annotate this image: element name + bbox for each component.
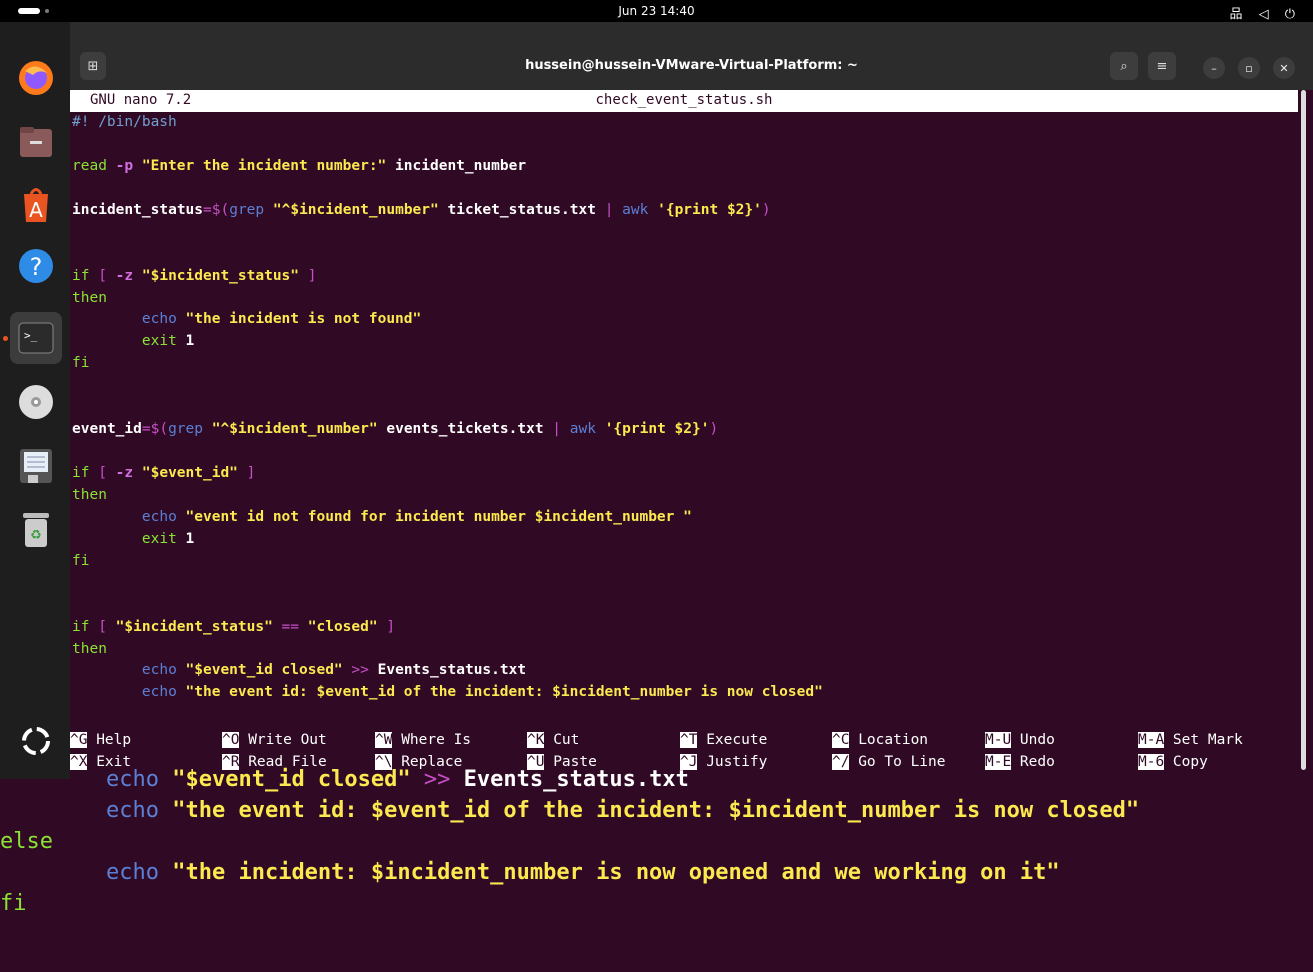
shortcut-label: Where Is xyxy=(392,732,472,748)
shortcut-key: ^W xyxy=(375,732,393,748)
code-line: read -p "Enter the incident number:" inc… xyxy=(72,157,527,174)
code-line: event_id=$(grep "^$incident_number" even… xyxy=(72,421,719,438)
disc-icon[interactable] xyxy=(14,380,58,424)
save-disk-icon[interactable] xyxy=(14,444,58,488)
shortcut-label: Location xyxy=(849,732,929,748)
shortcut-item: ^K Cut xyxy=(527,732,579,748)
code-line: if [ "$incident_status" == "closed" ] xyxy=(72,618,396,635)
shortcut-item: M-E Redo xyxy=(985,754,1055,770)
shortcut-item: ^G Help xyxy=(70,732,131,748)
shortcut-label: Write Out xyxy=(239,732,327,748)
zoom-code-line: echo "the incident: $incident_number is … xyxy=(106,860,1060,885)
files-icon[interactable] xyxy=(14,120,58,164)
code-line: then xyxy=(72,640,107,657)
zoom-code-line: else xyxy=(0,829,53,854)
svg-text:>_: >_ xyxy=(24,329,38,342)
shortcut-item: ^O Write Out xyxy=(222,732,327,748)
code-line: echo "$event_id closed" >> Events_status… xyxy=(141,662,527,679)
app-center-icon[interactable]: A xyxy=(14,182,58,226)
trash-icon[interactable]: ♻ xyxy=(14,508,58,552)
dock: A ? >_ ♻ xyxy=(0,22,70,779)
terminal-window: ⊞ hussein@hussein-VMware-Virtual-Platfor… xyxy=(70,22,1313,779)
shortcut-key: M-6 xyxy=(1138,754,1165,770)
firefox-icon[interactable] xyxy=(14,56,58,100)
shortcut-item: ^T Execute xyxy=(680,732,767,748)
svg-text:?: ? xyxy=(30,253,43,281)
running-indicator xyxy=(3,336,8,341)
zoom-code-line: fi xyxy=(0,891,27,916)
code-line: then xyxy=(72,289,107,306)
file-name: check_event_status.sh xyxy=(595,92,773,108)
editor-text-area[interactable]: #! /bin/bash read -p "Enter the incident… xyxy=(72,112,823,704)
shortcut-label: Cut xyxy=(544,732,580,748)
terminal-icon[interactable]: >_ xyxy=(10,312,62,364)
shortcut-item: M-U Undo xyxy=(985,732,1055,748)
shortcut-item: ^J Justify xyxy=(680,754,767,770)
shortcut-key: ^K xyxy=(527,732,545,748)
shortcut-label: Redo xyxy=(1011,754,1055,770)
shortcut-key: ^G xyxy=(70,732,88,748)
code-line: if [ -z "$incident_status" ] xyxy=(72,267,317,284)
shortcut-key: ^C xyxy=(832,732,850,748)
shortcut-key: M-U xyxy=(985,732,1012,748)
close-icon[interactable]: ✕ xyxy=(1273,57,1295,79)
zoomed-code-view: echo "$event_id closed" >> Events_status… xyxy=(0,767,1313,972)
scrollbar[interactable] xyxy=(1301,90,1306,770)
maximize-icon[interactable]: ▫ xyxy=(1238,57,1260,79)
shortcut-item: ^C Location xyxy=(832,732,928,748)
shortcut-item: M-6 Copy xyxy=(1138,754,1208,770)
shortcut-label: Execute xyxy=(697,732,768,748)
search-icon[interactable]: ⌕ xyxy=(1110,52,1138,80)
shortcut-label: Help xyxy=(87,732,132,748)
code-line: fi xyxy=(72,552,90,569)
zoom-code-line: echo "the event id: $event_id of the inc… xyxy=(106,798,1140,823)
shortcut-key: ^/ xyxy=(832,754,850,770)
shortcut-key: M-A xyxy=(1138,732,1165,748)
clock[interactable]: Jun 23 14:40 xyxy=(0,4,1313,18)
menu-icon[interactable]: ≡ xyxy=(1148,52,1176,80)
shortcut-item: M-A Set Mark xyxy=(1138,732,1243,748)
shortcut-label: Undo xyxy=(1011,732,1055,748)
code-line: echo "event id not found for incident nu… xyxy=(141,508,692,525)
code-line: #! /bin/bash xyxy=(72,114,177,130)
show-apps-icon[interactable] xyxy=(14,719,58,763)
shortcut-key: ^O xyxy=(222,732,240,748)
code-line: then xyxy=(72,486,107,503)
code-line: exit 1 xyxy=(141,333,195,350)
shortcut-label: Go To Line xyxy=(849,754,946,770)
shortcut-label: Justify xyxy=(697,754,768,770)
shortcut-label: Copy xyxy=(1164,754,1208,770)
shortcut-label: Set Mark xyxy=(1164,732,1243,748)
code-line: fi xyxy=(72,355,90,372)
code-line: if [ -z "$event_id" ] xyxy=(72,465,256,481)
shortcut-key: ^T xyxy=(680,732,698,748)
help-icon[interactable]: ? xyxy=(14,244,58,288)
svg-text:A: A xyxy=(29,198,43,222)
shortcut-item: ^/ Go To Line xyxy=(832,754,946,770)
zoom-code-line: echo "$event_id closed" >> Events_status… xyxy=(106,767,689,792)
code-line: echo "the incident is not found" xyxy=(141,311,422,328)
minimize-icon[interactable]: – xyxy=(1203,57,1225,79)
code-line: echo "the event id: $event_id of the inc… xyxy=(141,684,823,701)
shortcut-item: ^W Where Is xyxy=(375,732,471,748)
nano-title-bar: GNU nano 7.2 check_event_status.sh xyxy=(70,90,1298,112)
shortcut-key: M-E xyxy=(985,754,1012,770)
terminal-headerbar: ⊞ hussein@hussein-VMware-Virtual-Platfor… xyxy=(70,22,1313,90)
code-line: incident_status=$(grep "^$incident_numbe… xyxy=(72,201,771,218)
system-status-icons[interactable]: 品 ◁ ⏻ xyxy=(1229,3,1301,22)
code-line: exit 1 xyxy=(141,530,195,547)
top-bar: Jun 23 14:40 品 ◁ ⏻ xyxy=(0,0,1313,22)
svg-text:♻: ♻ xyxy=(30,528,42,543)
